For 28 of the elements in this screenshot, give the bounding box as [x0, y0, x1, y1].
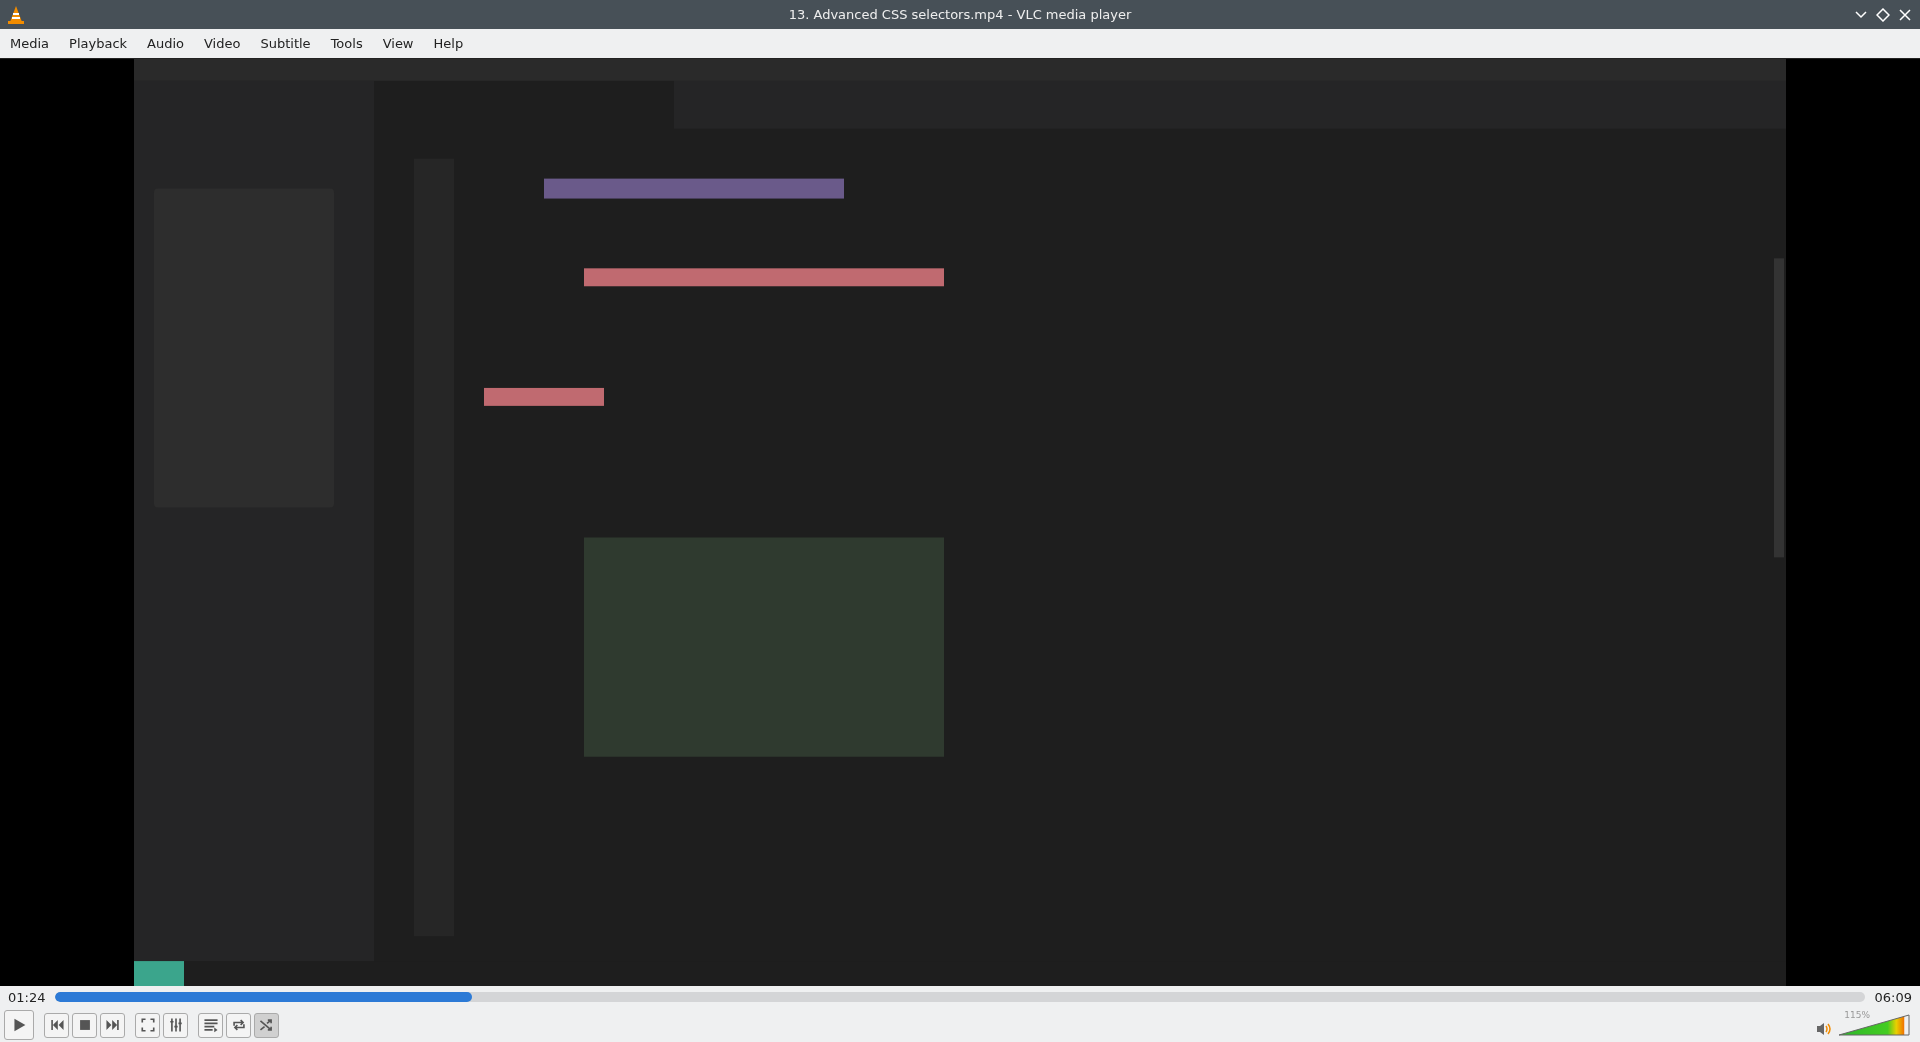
next-button[interactable]	[100, 1012, 125, 1038]
window-title: 13. Advanced CSS selectors.mp4 - VLC media player	[788, 7, 1132, 22]
elapsed-time: 01:24	[8, 989, 46, 1005]
shuffle-button[interactable]	[254, 1012, 279, 1038]
playlist-icon	[201, 1016, 220, 1034]
previous-button[interactable]	[44, 1012, 69, 1038]
menu-item[interactable]: View	[380, 32, 424, 55]
maximize-button[interactable]	[1876, 7, 1890, 22]
fullscreen-button[interactable]	[135, 1012, 160, 1038]
menu-item[interactable]: Playback	[67, 32, 138, 55]
total-time: 06:09	[1874, 989, 1912, 1005]
traffic-cone-icon	[8, 5, 24, 24]
close-button[interactable]	[1898, 7, 1912, 22]
menu-item[interactable]: Subtitle	[258, 32, 321, 55]
settings-button[interactable]	[163, 1012, 188, 1038]
menu-item[interactable]: Audio	[145, 32, 194, 55]
menu-item[interactable]: Video	[202, 32, 251, 55]
fullscreen-icon	[138, 1016, 157, 1034]
seek-bar[interactable]	[55, 992, 1865, 1002]
speaker-icon	[1816, 1022, 1832, 1036]
menu-item[interactable]: Tools	[328, 32, 373, 55]
play-button[interactable]	[4, 1010, 34, 1040]
playlist-button[interactable]	[198, 1012, 223, 1038]
loop-button[interactable]	[226, 1012, 251, 1038]
menu-item[interactable]: Media	[8, 32, 60, 55]
volume-reading: 115%	[1844, 1010, 1870, 1020]
menu-item[interactable]: Help	[431, 32, 474, 55]
stop-button[interactable]	[72, 1012, 97, 1038]
